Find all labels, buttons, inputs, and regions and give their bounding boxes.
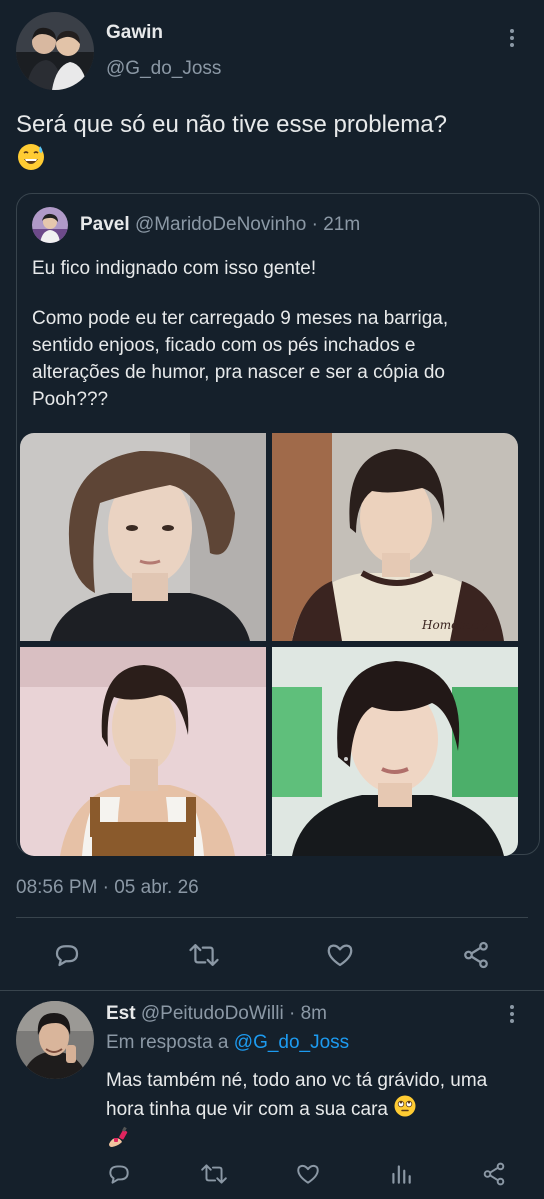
like-icon[interactable] (322, 937, 358, 973)
photo-4[interactable] (272, 647, 518, 856)
nail-polish-emoji-icon (106, 1126, 130, 1158)
reply-text-body: Mas também né, todo ano vc tá grávido, u… (106, 1070, 488, 1121)
quoted-media-grid: Homebody (20, 433, 518, 856)
share-icon[interactable] (458, 937, 494, 973)
tweet-text: Será que só eu não tive esse problema? (16, 108, 531, 182)
replying-to-handle[interactable]: @G_do_Joss (234, 1032, 349, 1053)
quoted-author-handle[interactable]: @MaridoDeNovinho (135, 214, 306, 235)
reply-share-icon[interactable] (476, 1156, 512, 1192)
quoted-text-line1: Eu fico indignado com isso gente! (32, 258, 317, 279)
quoted-author-line: Pavel @MaridoDeNovinho · 21m (80, 214, 360, 236)
reply-author-line: Est @PeitudoDoWilli · 8m (106, 1003, 327, 1025)
author-name[interactable]: Gawin (106, 22, 163, 44)
photo-2[interactable]: Homebody (272, 433, 518, 641)
reply-author-handle[interactable]: @PeitudoDoWilli (141, 1003, 284, 1024)
divider (16, 917, 528, 918)
replying-to-line: Em resposta a @G_do_Joss (106, 1032, 349, 1054)
tweet-timestamp[interactable]: 08:56 PM · 05 abr. 26 (16, 877, 199, 899)
more-options-icon[interactable] (500, 26, 524, 50)
reply-like-icon[interactable] (290, 1156, 326, 1192)
quoted-author-avatar[interactable] (32, 207, 68, 243)
shirt-logo: Homebody (421, 618, 488, 632)
eye-roll-emoji-icon (393, 1094, 417, 1126)
reply-views-icon[interactable] (383, 1156, 419, 1192)
quoted-text-paragraph: Como pode eu ter carregado 9 meses na ba… (32, 308, 449, 410)
author-avatar[interactable] (16, 12, 94, 90)
reply-icon[interactable] (49, 937, 85, 973)
reply-author-avatar[interactable] (16, 1001, 94, 1079)
photo-1[interactable] (20, 433, 266, 641)
reply-reply-icon[interactable] (101, 1156, 137, 1192)
quoted-author-name[interactable]: Pavel (80, 214, 130, 235)
retweet-icon[interactable] (186, 937, 222, 973)
author-handle[interactable]: @G_do_Joss (106, 58, 221, 80)
reply-more-options-icon[interactable] (500, 1002, 524, 1026)
tweet-text-body: Será que só eu não tive esse problema? (16, 111, 447, 138)
quoted-time: · 21m (311, 214, 361, 235)
replying-to-prefix: Em resposta a (106, 1032, 229, 1053)
reply-time: · 8m (288, 1003, 327, 1024)
reply-retweet-icon[interactable] (196, 1156, 232, 1192)
reply-text: Mas também né, todo ano vc tá grávido, u… (106, 1067, 526, 1158)
reply-author-name[interactable]: Est (106, 1003, 136, 1024)
sweat-smile-emoji-icon (16, 142, 46, 182)
photo-3[interactable] (20, 647, 266, 856)
divider (0, 990, 544, 991)
